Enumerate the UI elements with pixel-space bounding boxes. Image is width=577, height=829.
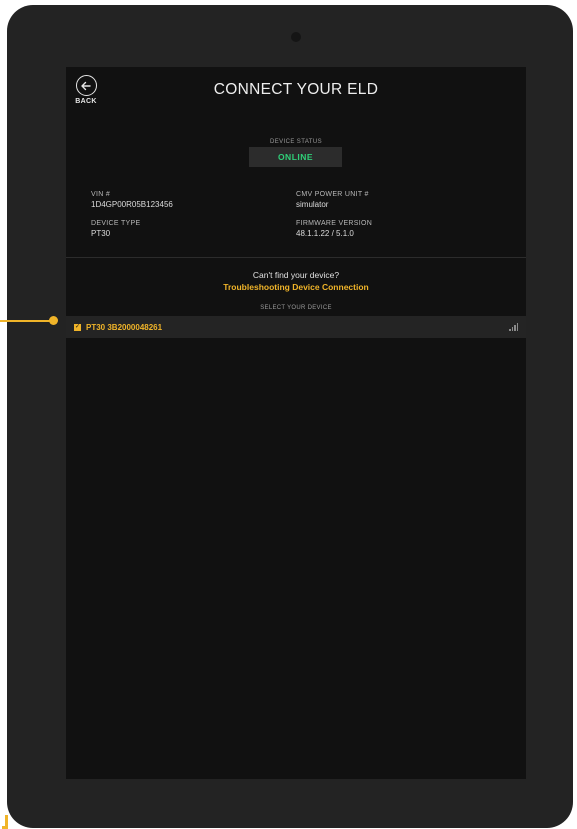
section-divider	[66, 257, 526, 258]
device-type-field: DEVICE TYPE PT30	[91, 219, 140, 239]
device-type-value: PT30	[91, 229, 111, 238]
vin-label: VIN #	[91, 191, 111, 198]
device-checkbox[interactable]: ✓	[74, 323, 81, 331]
callout-line	[0, 320, 54, 322]
vin-value: 1D4GP00R05B123456	[91, 200, 173, 209]
cmv-power-unit-field: CMV POWER UNIT # simulator	[296, 190, 369, 210]
device-type-label: DEVICE TYPE	[91, 220, 141, 227]
firmware-version-field: FIRMWARE VERSION 48.1.1.22 / 5.1.0	[296, 219, 372, 239]
corner-marker	[2, 815, 8, 829]
vin-field: VIN # 1D4GP00R05B123456	[91, 190, 173, 210]
camera-icon	[291, 32, 301, 42]
cant-find-device-text: Can't find your device?	[252, 270, 340, 280]
page-title: CONNECT YOUR ELD	[213, 81, 379, 98]
tablet-frame: BACK CONNECT YOUR ELD DEVICE STATUS ONLI…	[7, 5, 573, 828]
cmv-power-unit-label: CMV POWER UNIT #	[296, 191, 369, 198]
cmv-power-unit-value: simulator	[296, 200, 329, 209]
device-list-item[interactable]: ✓ PT30 3B2000048261	[66, 316, 526, 338]
troubleshooting-link[interactable]: Troubleshooting Device Connection	[66, 282, 526, 292]
back-label: BACK	[75, 98, 97, 105]
device-status-badge: ONLINE	[249, 147, 342, 167]
firmware-version-value: 48.1.1.22 / 5.1.0	[296, 229, 354, 238]
signal-strength-icon	[509, 321, 518, 331]
device-name: PT30 3B2000048261	[86, 322, 163, 332]
callout-dot	[49, 316, 58, 325]
eld-connect-screen: BACK CONNECT YOUR ELD DEVICE STATUS ONLI…	[66, 67, 526, 779]
device-status-label: DEVICE STATUS	[270, 139, 322, 145]
firmware-version-label: FIRMWARE VERSION	[296, 220, 373, 227]
select-device-label: SELECT YOUR DEVICE	[260, 305, 332, 311]
